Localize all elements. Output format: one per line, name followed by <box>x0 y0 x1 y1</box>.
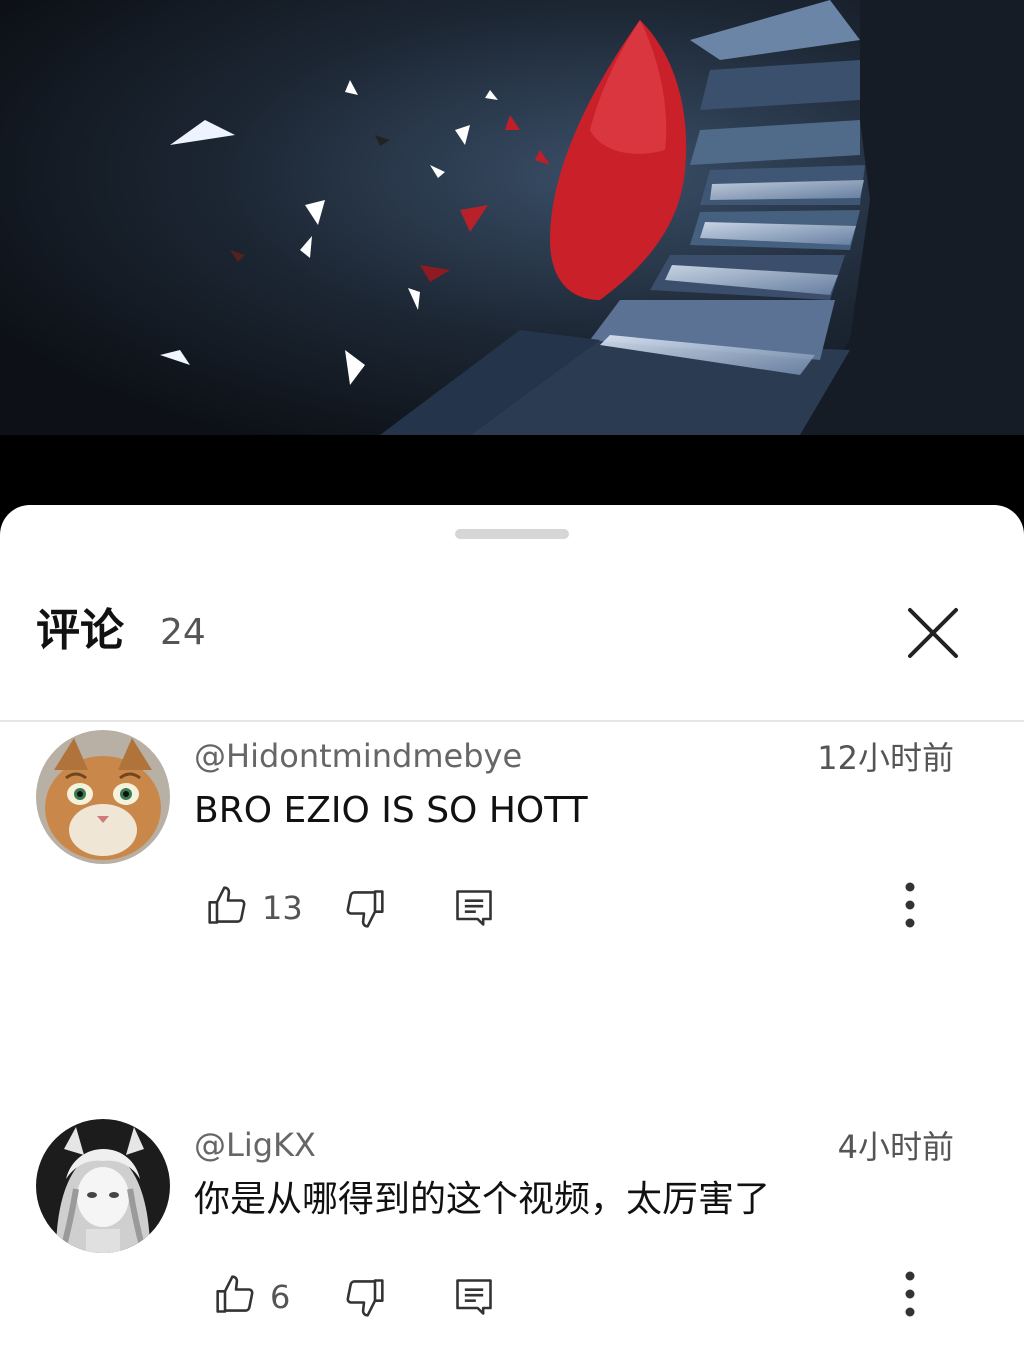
comments-title: 评论 <box>36 605 124 656</box>
avatar[interactable] <box>36 730 170 864</box>
like-count: 13 <box>262 889 303 927</box>
comment-item: @Hidontmindmebye 12小时前 BRO EZIO IS SO HO… <box>0 730 1024 960</box>
comment-text: 你是从哪得到的这个视频，太厉害了 <box>194 1179 771 1220</box>
comment-time: 4小时前 <box>837 1128 954 1166</box>
anime-avatar-icon <box>36 1119 170 1253</box>
more-options-button[interactable] <box>896 1269 924 1319</box>
comments-sheet: 评论 24 @Hidontmindmebye 12小时前 BRO EZIO IS… <box>0 505 1024 1365</box>
comment-text: BRO EZIO IS SO HOTT <box>194 790 588 831</box>
video-player[interactable] <box>0 0 1024 505</box>
comment-author[interactable]: @Hidontmindmebye <box>194 736 522 776</box>
comment-item: @LigKX 4小时前 你是从哪得到的这个视频，太厉害了 6 <box>0 1119 1024 1349</box>
avatar[interactable] <box>36 1119 170 1253</box>
like-button[interactable] <box>214 1273 258 1317</box>
reply-button[interactable] <box>452 1275 496 1319</box>
more-vertical-icon <box>905 1271 915 1317</box>
header-divider <box>0 720 1024 722</box>
drag-handle[interactable] <box>455 529 569 539</box>
thumbs-down-icon <box>346 1279 384 1317</box>
more-options-button[interactable] <box>896 880 924 930</box>
like-count: 6 <box>270 1278 291 1316</box>
dislike-button[interactable] <box>342 886 386 930</box>
comments-count: 24 <box>160 612 206 653</box>
thumbs-up-icon <box>216 1275 254 1313</box>
reply-icon <box>456 890 492 926</box>
dislike-button[interactable] <box>342 1275 386 1319</box>
reply-icon <box>456 1279 492 1315</box>
close-button[interactable] <box>900 600 966 666</box>
video-frame <box>0 0 1024 505</box>
close-icon <box>908 608 958 658</box>
thumbs-down-icon <box>346 890 384 928</box>
cat-avatar-icon <box>36 730 170 864</box>
comment-time: 12小时前 <box>817 739 954 777</box>
more-vertical-icon <box>905 882 915 928</box>
comment-author[interactable]: @LigKX <box>194 1125 316 1165</box>
thumbs-up-icon <box>208 886 246 924</box>
like-button[interactable] <box>206 884 250 928</box>
reply-button[interactable] <box>452 886 496 930</box>
